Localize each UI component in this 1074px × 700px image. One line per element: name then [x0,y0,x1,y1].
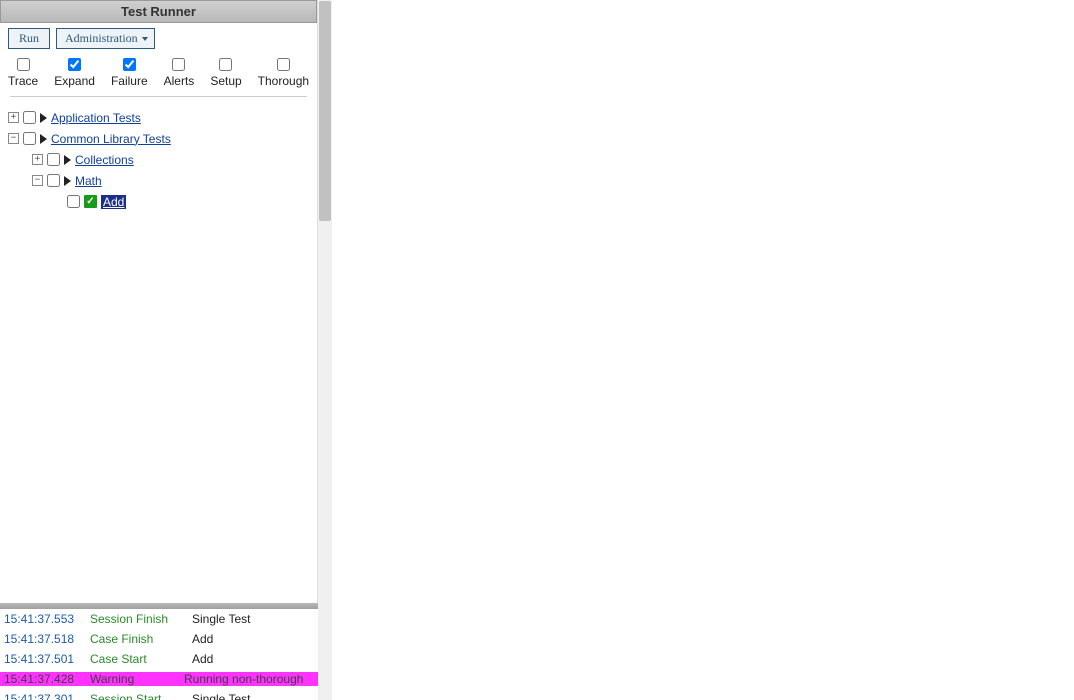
tree-link-app-tests[interactable]: Application Tests [51,111,141,125]
log-message: Add [182,652,318,666]
pass-icon: ✓ [84,195,97,208]
option-checkbox-alerts[interactable] [172,58,185,71]
log-panel: 15:41:37.553Session FinishSingle Test15:… [0,609,318,700]
option-checkbox-failure[interactable] [123,58,136,71]
log-message: Single Test [182,692,318,700]
tree-checkbox[interactable] [23,111,36,124]
collapse-icon[interactable]: − [32,175,43,186]
log-type: Warning [88,672,182,686]
option-checkbox-expand[interactable] [68,58,81,71]
scrollbar-thumb[interactable] [319,1,331,221]
log-type: Case Start [88,652,182,666]
option-checkbox-trace[interactable] [17,58,30,71]
option-thorough: Thorough [258,57,309,88]
option-setup: Setup [210,57,241,88]
option-label-setup: Setup [210,74,241,88]
option-expand: Expand [54,57,95,88]
option-trace: Trace [8,57,38,88]
log-type: Case Finish [88,632,182,646]
administration-label: Administration [65,31,138,46]
tree-link-math[interactable]: Math [75,174,102,188]
log-type: Session Finish [88,612,182,626]
test-runner-panel: Test Runner Run Administration Trace Expa… [0,0,318,700]
play-icon[interactable] [64,155,71,165]
log-type: Session Start [88,692,182,700]
log-timestamp: 15:41:37.301 [0,692,88,700]
log-row: 15:41:37.518Case FinishAdd [0,629,318,649]
log-row: 15:41:37.501Case StartAdd [0,649,318,669]
tree-checkbox[interactable] [23,132,36,145]
collapse-icon[interactable]: − [8,133,19,144]
panel-title: Test Runner [0,0,317,23]
tree-row-add: ✓ Add [8,191,309,212]
play-icon[interactable] [40,113,47,123]
chevron-down-icon [142,37,148,41]
tree-row-math: − Math [8,170,309,191]
log-message: Add [182,632,318,646]
tree-checkbox[interactable] [47,153,60,166]
expand-icon[interactable]: + [32,154,43,165]
option-alerts: Alerts [164,57,195,88]
option-label-expand: Expand [54,74,95,88]
tree-link-collections[interactable]: Collections [75,153,134,167]
play-icon[interactable] [64,176,71,186]
tree-row-collections: + Collections [8,149,309,170]
option-checkbox-thorough[interactable] [277,58,290,71]
log-row: 15:41:37.553Session FinishSingle Test [0,609,318,629]
option-label-trace: Trace [8,74,38,88]
tree-link-add[interactable]: Add [101,195,126,209]
toolbar: Run Administration [0,23,317,53]
log-message: Single Test [182,612,318,626]
log-timestamp: 15:41:37.501 [0,652,88,666]
options-row: TraceExpandFailureAlertsSetupThoroughPar… [0,53,317,90]
tree-row-common-lib: − Common Library Tests [8,128,309,149]
option-checkbox-setup[interactable] [219,58,232,71]
log-timestamp: 15:41:37.518 [0,632,88,646]
administration-dropdown[interactable]: Administration [56,28,155,49]
expand-icon[interactable]: + [8,112,19,123]
play-icon[interactable] [40,134,47,144]
option-label-thorough: Thorough [258,74,309,88]
tree-row-app-tests: + Application Tests [8,107,309,128]
log-timestamp: 15:41:37.428 [0,672,88,686]
tree-checkbox[interactable] [47,174,60,187]
log-timestamp: 15:41:37.553 [0,612,88,626]
option-failure: Failure [111,57,148,88]
tree-link-common-lib[interactable]: Common Library Tests [51,132,171,146]
tree-checkbox[interactable] [67,195,80,208]
run-button[interactable]: Run [8,28,50,49]
test-tree: + Application Tests − Common Library Tes… [0,97,317,220]
vertical-scrollbar[interactable] [318,0,332,700]
option-label-alerts: Alerts [164,74,195,88]
log-message: Running non-thorough [182,672,318,686]
log-row: 15:41:37.301Session StartSingle Test [0,689,318,700]
log-row: 15:41:37.428WarningRunning non-thorough [0,669,318,689]
option-label-failure: Failure [111,74,148,88]
